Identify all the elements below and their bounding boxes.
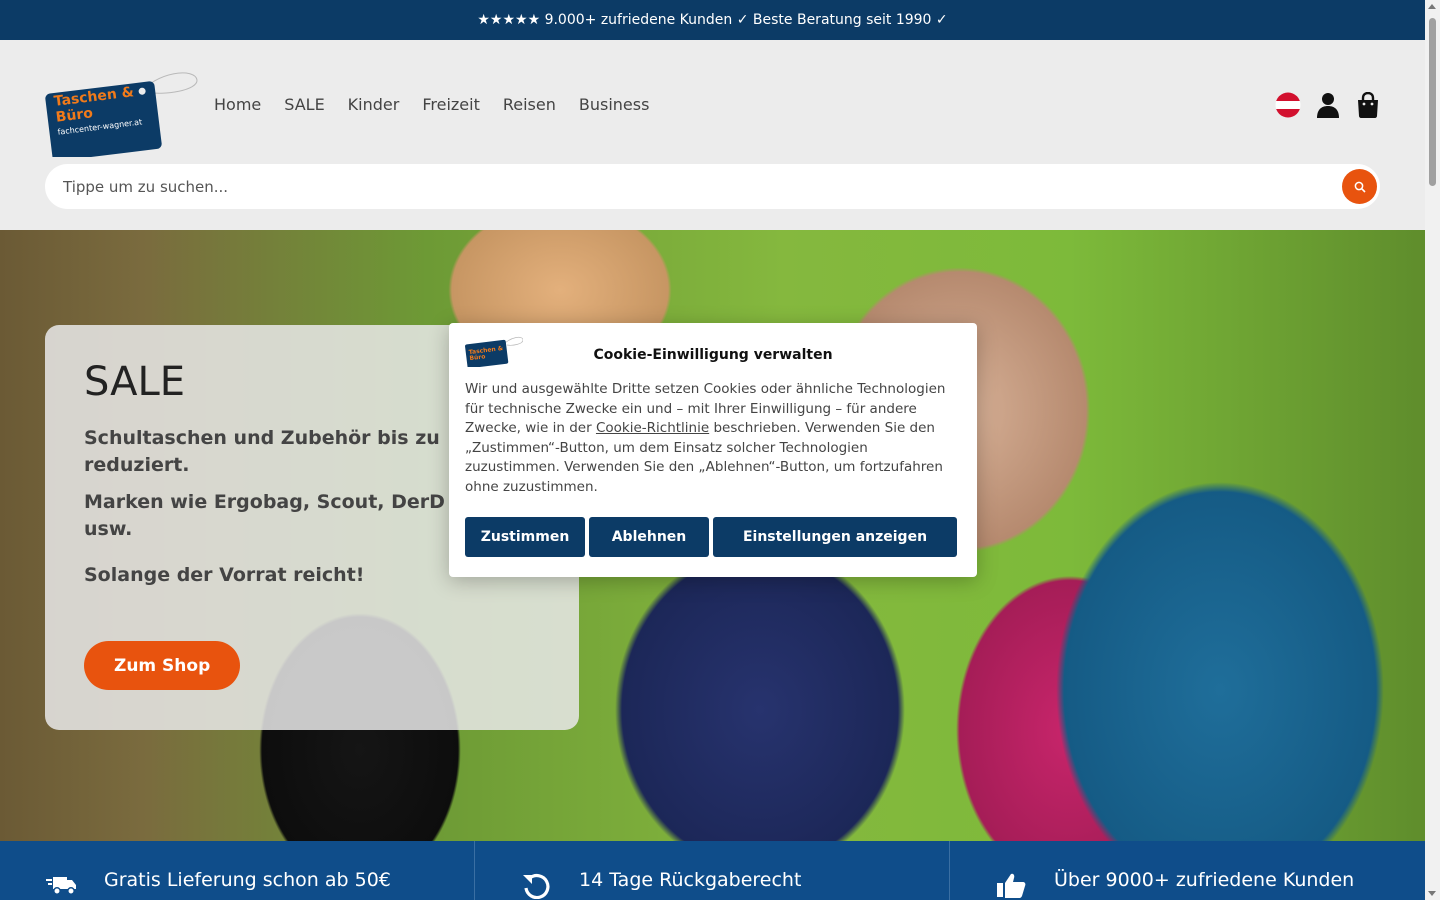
nav-item-freizeit[interactable]: Freizeit bbox=[422, 95, 480, 114]
cookie-dialog-title: Cookie-Einwilligung verwalten bbox=[593, 347, 833, 363]
benefit-delivery-text: Gratis Lieferung schon ab 50€ bbox=[104, 869, 391, 891]
return-arrow-icon bbox=[523, 873, 550, 899]
page-scrollbar[interactable] bbox=[1425, 0, 1440, 900]
reject-cookies-button[interactable]: Ablehnen bbox=[589, 517, 709, 557]
search-bar bbox=[45, 164, 1380, 209]
header-icons bbox=[1275, 92, 1381, 118]
benefit-delivery: Gratis Lieferung schon ab 50€ bbox=[0, 841, 475, 900]
benefit-customers-text: Über 9000+ zufriedene Kunden bbox=[1054, 869, 1355, 891]
search-icon bbox=[1354, 181, 1366, 193]
cookie-policy-link[interactable]: Cookie-Richtlinie bbox=[596, 420, 709, 436]
shop-button[interactable]: Zum Shop bbox=[84, 641, 241, 690]
benefit-returns-text: 14 Tage Rückgaberecht bbox=[579, 869, 802, 891]
cookie-buttons: Zustimmen Ablehnen Einstellungen anzeige… bbox=[465, 517, 957, 557]
scroll-down-arrow-icon[interactable] bbox=[1428, 891, 1436, 896]
nav-item-reisen[interactable]: Reisen bbox=[503, 95, 556, 114]
scrollbar-thumb[interactable] bbox=[1429, 18, 1436, 186]
delivery-truck-icon bbox=[46, 877, 76, 895]
scroll-up-arrow-icon[interactable] bbox=[1428, 4, 1436, 9]
search-input[interactable] bbox=[63, 177, 1263, 196]
announcement-text: ★★★★★ 9.000+ zufriedene Kunden ✓ Beste B… bbox=[477, 12, 948, 28]
user-icon[interactable] bbox=[1315, 92, 1341, 118]
logo[interactable]: Taschen & Büro fachcenter-wagner.at bbox=[45, 62, 205, 162]
nav-item-home[interactable]: Home bbox=[214, 95, 261, 114]
nav-item-kinder[interactable]: Kinder bbox=[348, 95, 400, 114]
benefit-returns: 14 Tage Rückgaberecht bbox=[475, 841, 950, 900]
thumbs-up-icon bbox=[997, 873, 1026, 898]
cookie-consent-dialog: Taschen & Büro Cookie-Einwilligung verwa… bbox=[449, 323, 977, 577]
nav-item-sale[interactable]: SALE bbox=[284, 95, 324, 114]
nav-item-business[interactable]: Business bbox=[579, 95, 650, 114]
benefits-bar: Gratis Lieferung schon ab 50€ 14 Tage Rü… bbox=[0, 841, 1425, 900]
benefit-customers: Über 9000+ zufriedene Kunden bbox=[950, 841, 1425, 900]
search-button[interactable] bbox=[1342, 169, 1377, 204]
cookie-settings-button[interactable]: Einstellungen anzeigen bbox=[713, 517, 957, 557]
cookie-dialog-text: Wir und ausgewählte Dritte setzen Cookie… bbox=[465, 380, 961, 498]
austria-flag-icon[interactable] bbox=[1275, 92, 1301, 118]
accept-cookies-button[interactable]: Zustimmen bbox=[465, 517, 585, 557]
announcement-bar: ★★★★★ 9.000+ zufriedene Kunden ✓ Beste B… bbox=[0, 0, 1425, 40]
main-nav: Home SALE Kinder Freizeit Reisen Busines… bbox=[214, 95, 649, 114]
shopping-bag-icon[interactable] bbox=[1355, 92, 1381, 118]
site-header: Taschen & Büro fachcenter-wagner.at Home… bbox=[0, 40, 1425, 230]
